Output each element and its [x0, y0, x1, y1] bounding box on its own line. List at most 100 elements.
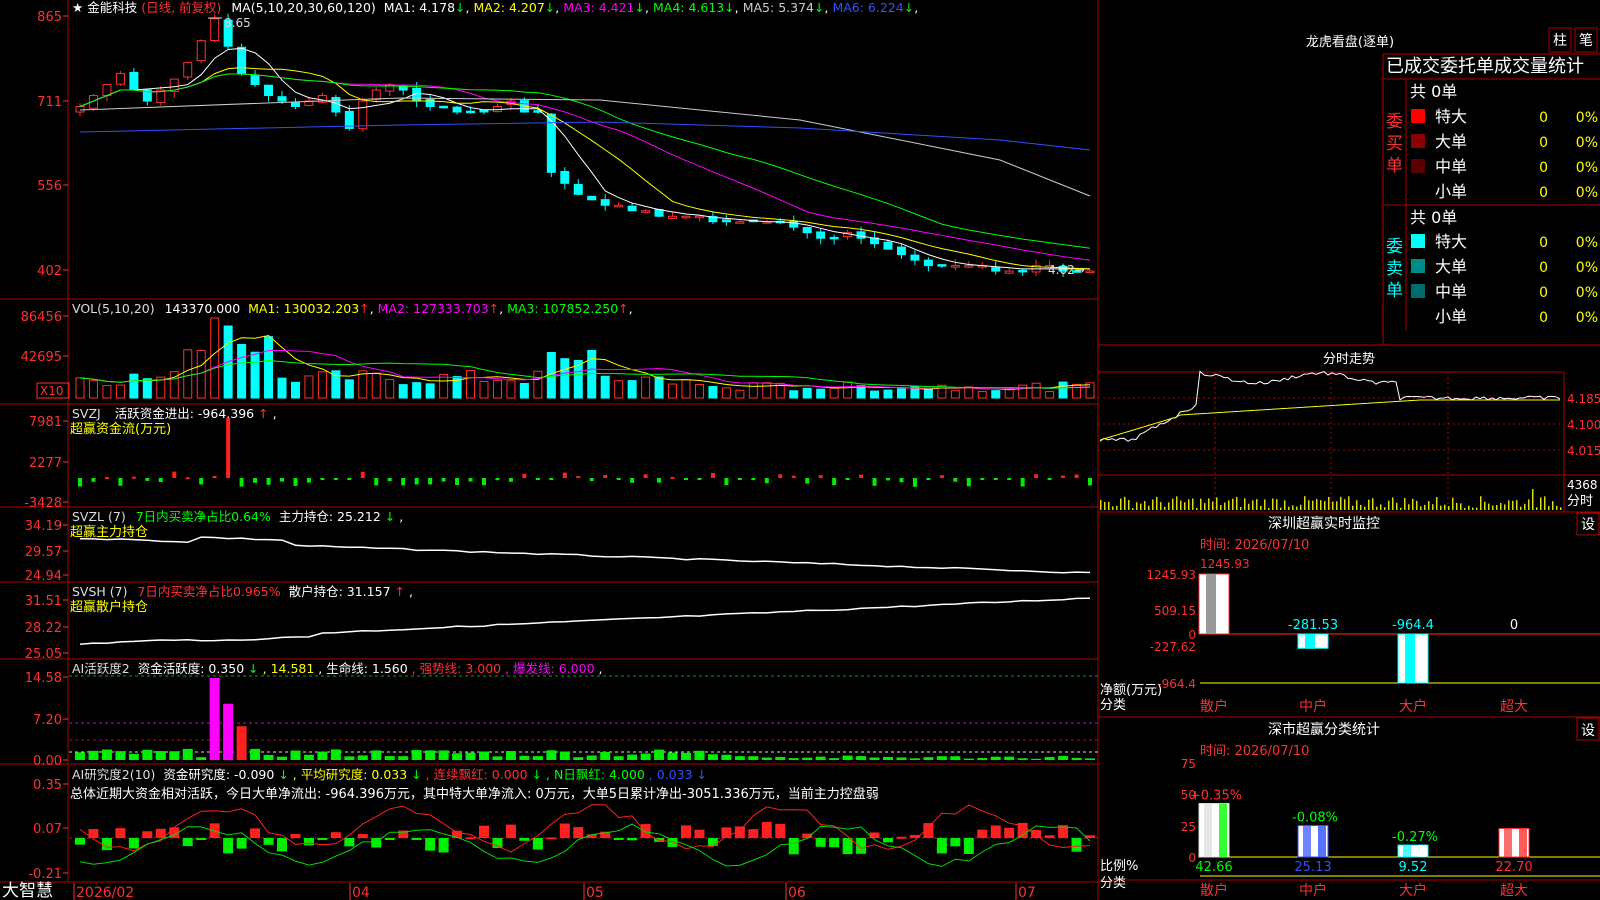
intraday-vol-bar: [1196, 507, 1198, 510]
sell-rows-count-2: 0: [1539, 285, 1548, 301]
intraday-vol-bar: [1552, 501, 1554, 510]
svzj-bar: [428, 478, 433, 485]
vol-bar: [977, 391, 987, 399]
ai-active-bar: [532, 756, 543, 760]
monitor-top-label: 1245.93: [1200, 557, 1250, 571]
ai-active-bar: [290, 750, 301, 760]
candle: [250, 74, 260, 86]
svzj-bar: [280, 478, 284, 482]
intraday-vol-bar: [1344, 499, 1346, 510]
ai-active-bar: [101, 749, 112, 760]
ai-research-bar: [856, 838, 867, 854]
intraday-vol-bar: [1320, 500, 1322, 510]
ai-research-bar: [75, 838, 85, 845]
vol-bar: [1018, 384, 1028, 399]
intraday-vol-bar: [1484, 501, 1486, 510]
ai-research-bar: [627, 838, 638, 841]
ma20-line: [79, 73, 1091, 261]
intraday-vol-bar: [1452, 497, 1454, 510]
intraday-price-line: [1099, 370, 1561, 442]
vol-unit: X10: [40, 384, 64, 398]
svzj-bar: [118, 478, 123, 486]
monitor-settings-button[interactable]: 设: [1581, 517, 1595, 533]
intraday-vol-bar: [1216, 497, 1218, 510]
svg-text:AI活跃度2 资金活跃度: 0.350 ↓: AI活跃度2 资金活跃度: 0.350 ↓ , 14.581 , 生命线: 1.…: [72, 661, 603, 676]
buy-rows-swatch-2: [1411, 159, 1425, 173]
btn-bi[interactable]: 笔: [1579, 33, 1593, 49]
svzj-y-axis: 7981 2277 -3428: [24, 415, 68, 511]
svg-text:SVSH (7) 7日内买卖净占比0.965%: SVSH (7) 7日内买卖净占比0.965% 散户持仓: 31.157 ↑ ,: [72, 584, 413, 599]
intraday-vol-bar: [1128, 500, 1130, 510]
monitor-tick-1: 509.15: [1154, 604, 1196, 618]
svzj-bar: [333, 478, 338, 480]
ai-active-bar: [209, 678, 220, 760]
sell-rows-name-0: 特大: [1435, 232, 1467, 251]
x-tick-2: 05: [586, 885, 604, 900]
vol-bar: [1072, 383, 1082, 399]
ai-research-bar: [1031, 829, 1042, 838]
candle: [668, 215, 678, 219]
intraday-vol-bar: [1380, 504, 1382, 510]
intraday-vol-bar: [1276, 499, 1278, 510]
btn-zhu[interactable]: 柱: [1553, 33, 1567, 49]
ai-research-bar: [829, 838, 840, 848]
vol-bar: [883, 389, 893, 399]
buy-rows-pct-1: 0%: [1576, 135, 1598, 151]
intraday-vol-bar: [1364, 506, 1366, 510]
intraday-vol-bar: [1244, 498, 1246, 510]
ai-active-bar: [600, 751, 611, 760]
intraday-vol-bar: [1224, 502, 1226, 510]
svzj-bar: [939, 475, 944, 478]
sell-rows-count-1: 0: [1539, 260, 1548, 276]
vol-bar: [75, 377, 85, 399]
ma-sep-4: ,: [824, 0, 828, 15]
sell-label-char-2: 单: [1386, 281, 1403, 301]
intraday-vol-bar: [1188, 499, 1190, 510]
classify-settings-button[interactable]: 设: [1581, 723, 1595, 739]
svzj-bar: [387, 478, 392, 482]
ai-active-bar: [465, 752, 476, 760]
candle: [600, 199, 610, 206]
ai-research-t2: , 平均研究度: 0.033: [293, 767, 407, 782]
intraday-vol-bar: [1516, 500, 1518, 510]
sell-rows-pct-2: 0%: [1576, 285, 1598, 301]
classify-value-3: 22.70: [1495, 860, 1532, 875]
intraday-vol-bar: [1148, 505, 1150, 510]
buy-rows-swatch-1: [1411, 134, 1425, 148]
intraday-vol-bar: [1500, 502, 1502, 510]
ai-research-bar: [236, 838, 247, 849]
svzj-bar: [737, 478, 742, 480]
ai-research-a5: ↓: [697, 767, 707, 782]
svzj-bar: [495, 478, 500, 481]
ai-research-bar: [223, 838, 234, 854]
svzj-bar: [401, 478, 406, 486]
vol-tick-1: 42695: [21, 350, 62, 365]
buy-rows-name-3: 小单: [1435, 182, 1467, 201]
candle: [560, 170, 570, 184]
intraday-vol-bar: [1392, 497, 1394, 510]
intraday-vol-bar: [1192, 498, 1194, 510]
chart-canvas[interactable]: ★ 金能科技 (日线, 前复权) MA(5,10,20,30,60,120) M…: [0, 0, 1600, 900]
svzj-tick-0: 7981: [29, 415, 62, 430]
vol-bar: [923, 389, 933, 399]
svzj-bar: [751, 478, 756, 481]
high-price-label: 8.65: [224, 16, 251, 30]
monitor-tick-4: -964.4: [1157, 677, 1196, 691]
ai-research-bar: [613, 838, 624, 840]
svzj-bar: [845, 478, 850, 480]
ai-active-bar: [627, 754, 638, 760]
ai-research-bar: [317, 838, 328, 840]
intraday-vol-bar: [1296, 506, 1298, 510]
svzj-bar: [78, 478, 82, 487]
ai-active-bar: [815, 756, 826, 760]
ai-active-bar: [788, 758, 799, 760]
vol-bar: [371, 372, 381, 399]
svsh-arrow: ↑: [395, 584, 405, 599]
classify-tick-2: 25: [1181, 820, 1196, 834]
ai-active-bar: [303, 754, 314, 760]
ai-research-bar: [357, 834, 368, 838]
vol-bar: [506, 380, 516, 399]
intraday-tick-0: 4.185: [1567, 392, 1600, 406]
monitor-ylabel2: 分类: [1100, 698, 1126, 713]
svzj-bar: [360, 471, 365, 478]
